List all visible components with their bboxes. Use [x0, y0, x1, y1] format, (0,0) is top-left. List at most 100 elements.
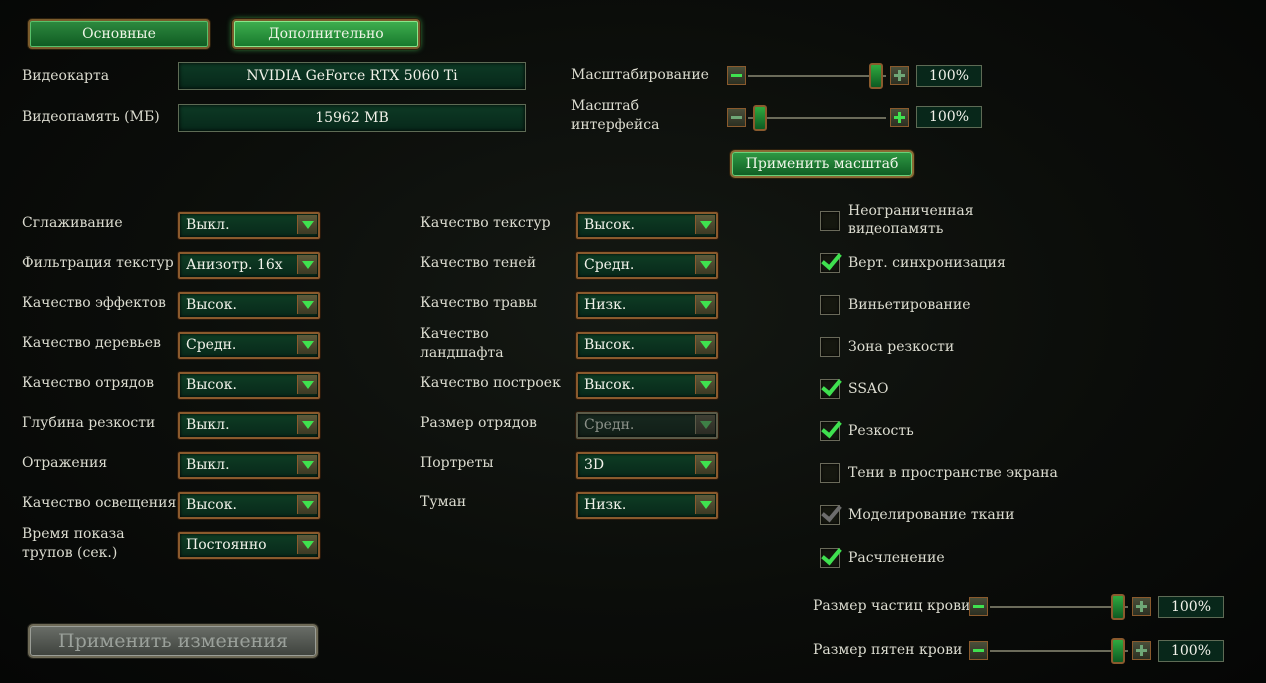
- chevron-down-icon: [297, 215, 317, 234]
- shadow-quality-dropdown[interactable]: Средн.: [576, 252, 718, 279]
- chevron-down-icon: [695, 215, 715, 234]
- reflections-dropdown[interactable]: Выкл.: [178, 452, 320, 479]
- checkmark-icon: [821, 416, 842, 439]
- focus-zone-checkbox[interactable]: [820, 337, 840, 357]
- corpse-time-dropdown[interactable]: Постоянно: [178, 532, 320, 559]
- chevron-down-icon: [297, 535, 317, 554]
- buildings-quality-dropdown[interactable]: Высок.: [576, 372, 718, 399]
- antialiasing-label: Сглаживание: [22, 215, 123, 231]
- vsync-label: Верт. синхронизация: [848, 255, 1006, 271]
- chevron-down-icon: [297, 255, 317, 274]
- blood-stains-increase-button[interactable]: [1132, 641, 1151, 660]
- shadow-quality-value: Средн.: [584, 257, 635, 273]
- tab-advanced[interactable]: Дополнительно: [232, 19, 420, 49]
- unlimited-vram-checkbox[interactable]: [820, 211, 840, 231]
- screen-space-shadows-checkbox[interactable]: [820, 463, 840, 483]
- screen-space-shadows-label: Тени в пространстве экрана: [848, 465, 1058, 481]
- grass-quality-dropdown[interactable]: Низк.: [576, 292, 718, 319]
- blood-particles-increase-button[interactable]: [1132, 597, 1151, 616]
- depth-of-field-label: Глубина резкости: [22, 415, 156, 431]
- chevron-down-icon: [297, 455, 317, 474]
- scaling-value: 100%: [916, 65, 982, 87]
- ssao-checkbox[interactable]: [820, 374, 842, 399]
- scaling-increase-button[interactable]: [890, 66, 909, 85]
- vignette-checkbox[interactable]: [820, 295, 840, 315]
- texture-filtering-label: Фильтрация текстур: [22, 255, 174, 271]
- apply-changes-button: Применить изменения: [28, 624, 318, 658]
- blood-particles-slider-thumb[interactable]: [1111, 594, 1125, 620]
- antialiasing-value: Выкл.: [186, 217, 230, 233]
- ui-scale-label-line2: интерфейса: [571, 117, 660, 133]
- dismemberment-checkbox[interactable]: [820, 543, 842, 568]
- buildings-quality-value: Высок.: [584, 377, 635, 393]
- blood-stains-label: Размер пятен крови: [813, 642, 963, 658]
- reflections-value: Выкл.: [186, 457, 230, 473]
- chevron-down-icon: [297, 375, 317, 394]
- ui-scale-label: Масштаб интерфейса: [571, 97, 659, 135]
- effects-quality-label: Качество эффектов: [22, 295, 166, 311]
- checkmark-icon: [821, 248, 842, 271]
- chevron-down-icon: [297, 295, 317, 314]
- trees-quality-label: Качество деревьев: [22, 335, 161, 351]
- fog-dropdown[interactable]: Низк.: [576, 492, 718, 519]
- ui-scale-slider-track[interactable]: [748, 117, 886, 119]
- gpu-value: NVIDIA GeForce RTX 5060 Ti: [178, 62, 526, 90]
- chevron-down-icon: [695, 495, 715, 514]
- terrain-quality-dropdown[interactable]: Высок.: [576, 332, 718, 359]
- ui-scale-decrease-button[interactable]: [727, 108, 746, 127]
- portraits-dropdown[interactable]: 3D: [576, 452, 718, 479]
- apply-scale-button[interactable]: Применить масштаб: [730, 150, 914, 178]
- corpse-time-label-line2: трупов (сек.): [22, 545, 118, 561]
- scaling-slider-track[interactable]: [748, 75, 886, 77]
- blood-particles-decrease-button[interactable]: [969, 597, 988, 616]
- portraits-value: 3D: [584, 457, 605, 473]
- grass-quality-label: Качество травы: [420, 295, 538, 311]
- trees-quality-dropdown[interactable]: Средн.: [178, 332, 320, 359]
- chevron-down-icon: [695, 455, 715, 474]
- blood-stains-slider-thumb[interactable]: [1111, 638, 1125, 664]
- scaling-slider-thumb[interactable]: [869, 63, 883, 89]
- blood-particles-slider-track[interactable]: [990, 606, 1128, 608]
- sharpness-checkbox[interactable]: [820, 416, 842, 441]
- chevron-down-icon: [695, 375, 715, 394]
- ssao-label: SSAO: [848, 381, 889, 397]
- unlimited-vram-label: Неограниченная видеопамять: [848, 203, 974, 237]
- lighting-quality-value: Высок.: [186, 497, 237, 513]
- vram-value: 15962 MB: [178, 104, 526, 132]
- chevron-down-icon: [695, 415, 715, 434]
- gpu-label: Видеокарта: [22, 68, 110, 84]
- blood-stains-decrease-button[interactable]: [969, 641, 988, 660]
- ui-scale-value: 100%: [916, 106, 982, 128]
- vsync-checkbox[interactable]: [820, 248, 842, 273]
- texture-filtering-dropdown[interactable]: Анизотр. 16x: [178, 252, 320, 279]
- unit-size-label: Размер отрядов: [420, 415, 537, 431]
- focus-zone-label: Зона резкости: [848, 339, 955, 355]
- ui-scale-increase-button[interactable]: [890, 108, 909, 127]
- portraits-label: Портреты: [420, 455, 494, 471]
- lighting-quality-dropdown[interactable]: Высок.: [178, 492, 320, 519]
- cloth-simulation-label: Моделирование ткани: [848, 507, 1015, 523]
- terrain-quality-value: Высок.: [584, 337, 635, 353]
- texture-quality-dropdown[interactable]: Высок.: [576, 212, 718, 239]
- effects-quality-value: Высок.: [186, 297, 237, 313]
- vignette-label: Виньетирование: [848, 297, 971, 313]
- tab-basic[interactable]: Основные: [28, 19, 210, 49]
- effects-quality-dropdown[interactable]: Высок.: [178, 292, 320, 319]
- checkmark-icon: [821, 374, 842, 397]
- scaling-decrease-button[interactable]: [727, 66, 746, 85]
- reflections-label: Отражения: [22, 455, 108, 471]
- ui-scale-slider-thumb[interactable]: [753, 105, 767, 131]
- antialiasing-dropdown[interactable]: Выкл.: [178, 212, 320, 239]
- texture-filtering-value: Анизотр. 16x: [186, 257, 283, 273]
- units-quality-dropdown[interactable]: Высок.: [178, 372, 320, 399]
- corpse-time-label-line1: Время показа: [22, 526, 125, 542]
- scaling-label: Масштабирование: [571, 67, 709, 83]
- blood-stains-slider-track[interactable]: [990, 650, 1128, 652]
- depth-of-field-dropdown[interactable]: Выкл.: [178, 412, 320, 439]
- corpse-time-value: Постоянно: [186, 537, 267, 553]
- units-quality-value: Высок.: [186, 377, 237, 393]
- units-quality-label: Качество отрядов: [22, 375, 154, 391]
- chevron-down-icon: [297, 335, 317, 354]
- sharpness-label: Резкость: [848, 423, 914, 439]
- chevron-down-icon: [695, 255, 715, 274]
